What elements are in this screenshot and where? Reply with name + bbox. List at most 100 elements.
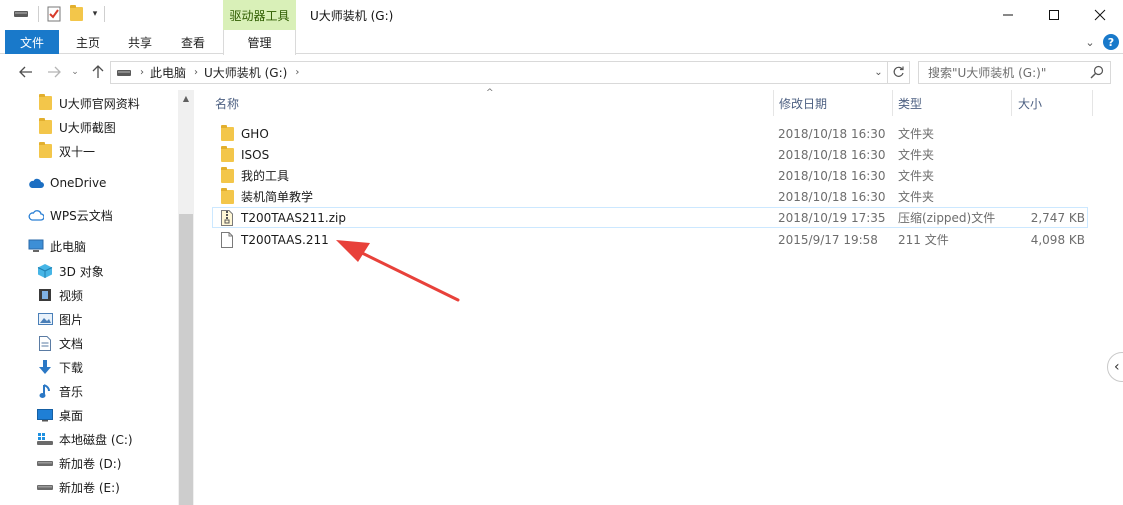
- nav-scrollbar[interactable]: ▲: [178, 90, 194, 505]
- column-separator[interactable]: [892, 90, 893, 116]
- file-name: 我的工具: [241, 169, 290, 183]
- up-button[interactable]: [88, 62, 108, 82]
- nav-item-onedrive[interactable]: OneDrive: [28, 172, 106, 194]
- download-icon: [37, 359, 53, 375]
- file-row-gho[interactable]: GHO 2018/10/18 16:30 文件夹: [212, 123, 1088, 144]
- wps-cloud-icon: [28, 207, 44, 223]
- nav-item-this-pc[interactable]: 此电脑: [28, 235, 86, 257]
- file-modified: 2018/10/18 16:30: [778, 147, 886, 162]
- nav-item-local-disk-c[interactable]: 本地磁盘 (C:): [37, 428, 133, 450]
- file-name: T200TAAS.211: [241, 232, 329, 247]
- search-input[interactable]: [928, 62, 1096, 83]
- cube-icon: [37, 263, 53, 279]
- file-modified: 2018/10/19 17:35: [778, 210, 886, 225]
- folder-icon: [37, 118, 53, 135]
- nav-item-wps-cloud[interactable]: WPS云文档: [28, 204, 113, 226]
- cloud-icon: [28, 175, 44, 191]
- file-type: 压缩(zipped)文件: [898, 211, 996, 225]
- nav-item-u-master-site-docs[interactable]: U大师官网资料: [37, 92, 140, 114]
- desktop-icon: [37, 407, 53, 423]
- folder-icon: [219, 124, 235, 142]
- close-button[interactable]: [1077, 0, 1123, 30]
- tab-view[interactable]: 查看: [171, 30, 215, 54]
- breadcrumb-chevron-icon[interactable]: ›: [194, 67, 198, 78]
- recent-locations-icon[interactable]: ⌄: [68, 62, 82, 82]
- nav-item-downloads[interactable]: 下载: [37, 356, 83, 378]
- folder-icon: [37, 94, 53, 111]
- nav-item-double-eleven[interactable]: 双十一: [37, 140, 95, 162]
- help-icon[interactable]: ?: [1103, 34, 1119, 50]
- file-size: 4,098 KB: [1030, 232, 1085, 247]
- search-icon[interactable]: [1090, 65, 1104, 79]
- folder-icon: [37, 142, 53, 159]
- nav-item-volume-d[interactable]: 新加卷 (D:): [37, 452, 121, 474]
- file-modified: 2018/10/18 16:30: [778, 126, 886, 141]
- properties-icon[interactable]: [44, 4, 64, 24]
- nav-item-volume-e[interactable]: 新加卷 (E:): [37, 476, 120, 498]
- folder-icon: [219, 145, 235, 163]
- file-row-install-tutorial[interactable]: 装机简单教学 2018/10/18 16:30 文件夹: [212, 186, 1088, 207]
- navigation-pane: U大师官网资料 U大师截图 双十一 OneDrive WPS云文档 此电脑 3D…: [0, 90, 194, 505]
- column-header-modified[interactable]: 修改日期: [779, 88, 889, 118]
- file-name: 装机简单教学: [241, 190, 314, 204]
- column-separator[interactable]: [1011, 90, 1012, 116]
- tab-file[interactable]: 文件: [5, 30, 59, 54]
- file-row-zip[interactable]: T200TAAS211.zip 2018/10/19 17:35 压缩(zipp…: [212, 207, 1088, 228]
- scroll-up-icon[interactable]: ▲: [178, 90, 194, 106]
- nav-item-u-master-screenshots[interactable]: U大师截图: [37, 116, 116, 138]
- nav-item-music[interactable]: 音乐: [37, 380, 83, 402]
- tab-manage[interactable]: 管理: [223, 30, 296, 55]
- forward-button[interactable]: [44, 62, 64, 82]
- refresh-button[interactable]: [888, 61, 910, 84]
- address-bar[interactable]: › 此电脑 › U大师装机 (G:) › ⌄: [110, 61, 888, 84]
- folder-icon: [219, 166, 235, 184]
- file-name: ISOS: [241, 147, 270, 162]
- minimize-button[interactable]: [985, 0, 1031, 30]
- file-list: ^ 名称 修改日期 类型 大小 GHO 2018/10/18 16:30 文件夹…: [200, 88, 1110, 505]
- column-separator[interactable]: [773, 90, 774, 116]
- expand-ribbon-icon[interactable]: ⌄: [1082, 34, 1098, 50]
- file-icon: [219, 231, 235, 248]
- address-dropdown-icon[interactable]: ⌄: [870, 62, 887, 83]
- column-separator[interactable]: [1092, 90, 1093, 116]
- context-tab-group-drive-tools: 驱动器工具: [223, 0, 296, 30]
- file-row-my-tools[interactable]: 我的工具 2018/10/18 16:30 文件夹: [212, 165, 1088, 186]
- file-row-isos[interactable]: ISOS 2018/10/18 16:30 文件夹: [212, 144, 1088, 165]
- drive-icon: [37, 479, 53, 495]
- zip-folder-icon: [219, 209, 235, 226]
- nav-scrollbar-thumb[interactable]: [179, 214, 193, 505]
- drive-icon: [116, 68, 132, 78]
- file-type: 文件夹: [898, 169, 935, 183]
- new-folder-icon[interactable]: [66, 4, 86, 24]
- back-button[interactable]: [16, 62, 36, 82]
- breadcrumb-drive-g[interactable]: U大师装机 (G:): [204, 64, 287, 81]
- search-box[interactable]: [918, 61, 1111, 84]
- tab-home[interactable]: 主页: [66, 30, 110, 54]
- nav-item-videos[interactable]: 视频: [37, 284, 83, 306]
- title-bar: ▾ 驱动器工具 U大师装机 (G:): [0, 0, 1123, 30]
- column-header-size[interactable]: 大小: [1018, 88, 1088, 118]
- breadcrumb-chevron-icon[interactable]: ›: [140, 67, 144, 78]
- picture-icon: [37, 311, 53, 327]
- file-name: T200TAAS211.zip: [241, 210, 346, 225]
- quick-access-separator: [36, 4, 40, 24]
- drive-icon[interactable]: [10, 4, 32, 24]
- file-size: 2,747 KB: [1030, 210, 1085, 225]
- customize-toolbar-icon[interactable]: ▾: [88, 4, 102, 24]
- maximize-button[interactable]: [1031, 0, 1077, 30]
- nav-item-pictures[interactable]: 图片: [37, 308, 83, 330]
- folder-icon: [219, 187, 235, 205]
- column-header-type[interactable]: 类型: [898, 88, 1008, 118]
- nav-item-3d-objects[interactable]: 3D 对象: [37, 260, 104, 282]
- nav-item-desktop[interactable]: 桌面: [37, 404, 83, 426]
- file-row-211[interactable]: T200TAAS.211 2015/9/17 19:58 211 文件 4,09…: [212, 229, 1088, 250]
- file-type: 211 文件: [898, 233, 949, 247]
- tab-share[interactable]: 共享: [118, 30, 162, 54]
- column-header-name[interactable]: 名称: [215, 88, 770, 118]
- breadcrumb-this-pc[interactable]: 此电脑: [150, 64, 186, 81]
- file-modified: 2018/10/18 16:30: [778, 189, 886, 204]
- title-separator: [104, 6, 105, 22]
- breadcrumb-chevron-icon[interactable]: ›: [295, 67, 299, 78]
- computer-icon: [28, 238, 44, 254]
- nav-item-documents[interactable]: 文档: [37, 332, 83, 354]
